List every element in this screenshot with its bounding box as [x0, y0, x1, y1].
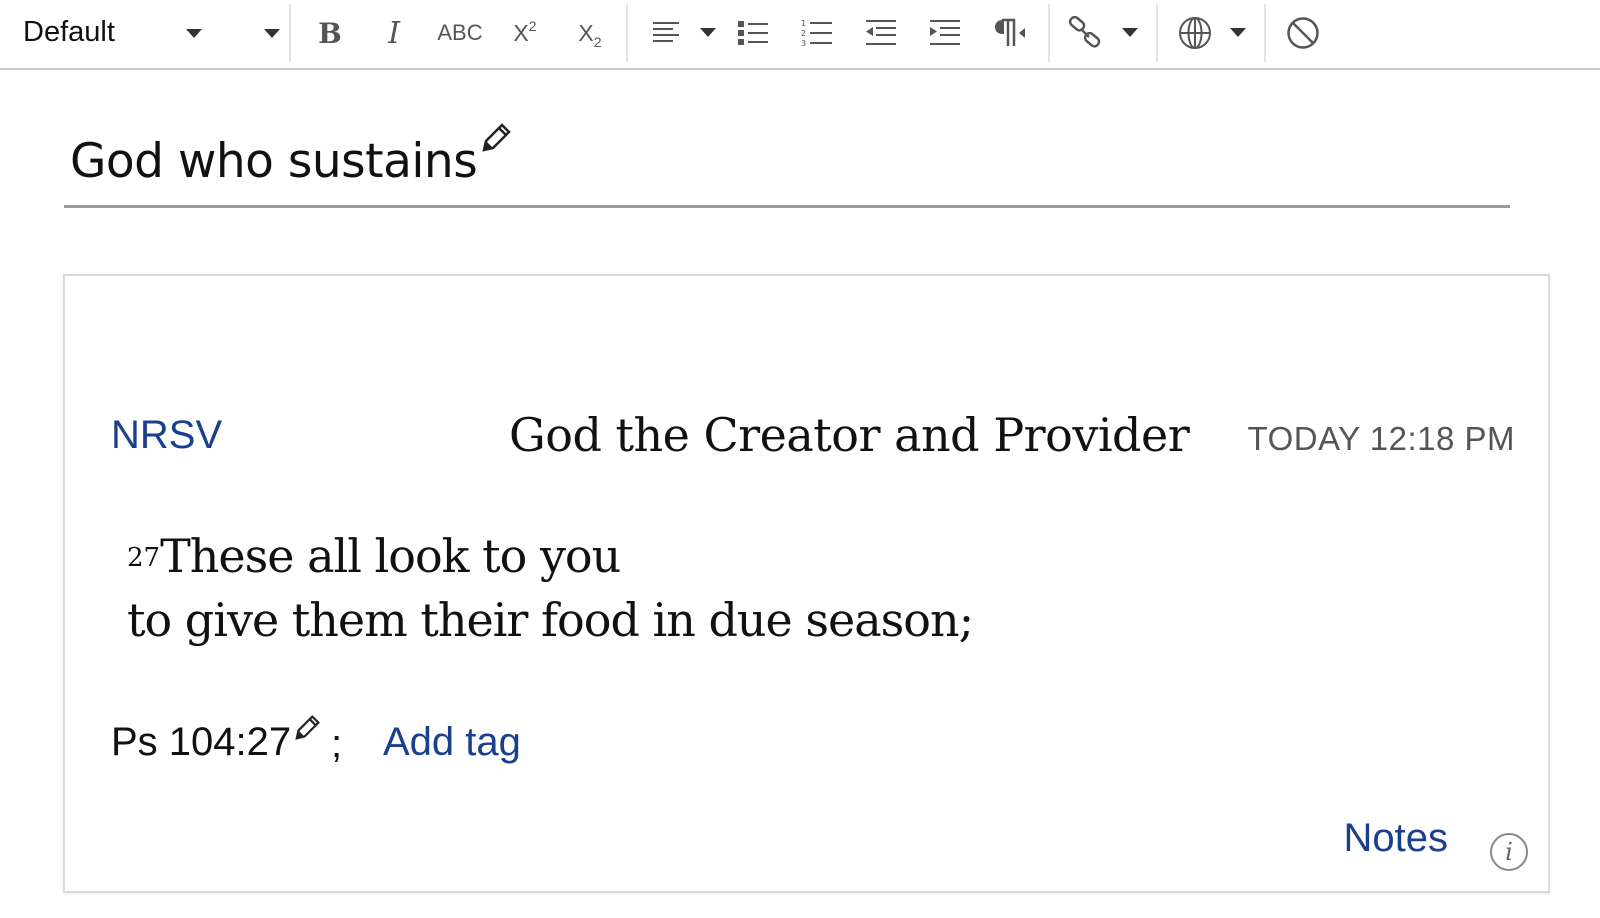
superscript-icon: X2 [513, 17, 537, 46]
font-size-chevron-icon[interactable] [264, 29, 280, 38]
outdent-icon [866, 20, 896, 45]
pencil-icon[interactable] [295, 714, 321, 740]
paragraph-direction-button[interactable] [990, 8, 1030, 58]
toolbar-divider [289, 4, 291, 62]
note-title[interactable]: God who sustains [70, 134, 478, 189]
italic-icon: I [388, 15, 400, 51]
pencil-icon[interactable] [482, 122, 512, 152]
clear-formatting-button[interactable] [1283, 8, 1323, 58]
bible-version-link[interactable]: NRSV [111, 413, 222, 458]
scripture-reference[interactable]: Ps 104:27 [111, 720, 291, 765]
numbered-list-button[interactable]: 123 [798, 8, 836, 58]
align-button[interactable] [648, 8, 684, 58]
bold-icon: B [318, 16, 342, 50]
verse-line: 27These all look to you [127, 524, 973, 588]
paragraph-direction-icon [995, 18, 1025, 46]
info-symbol: i [1505, 838, 1513, 866]
clear-formatting-icon [1287, 17, 1319, 49]
formatting-toolbar: Default B I ABC X2 X2 1 2 3 [0, 0, 1600, 70]
toolbar-divider [1264, 4, 1266, 62]
verse-line-text: to give them their food in due season; [127, 593, 974, 647]
svg-text:1: 1 [801, 19, 806, 28]
outdent-button[interactable] [862, 8, 900, 58]
svg-text:2: 2 [801, 29, 806, 38]
verse-number: 27 [127, 543, 161, 573]
align-chevron-icon[interactable] [700, 28, 716, 37]
add-tag-link[interactable]: Add tag [383, 720, 521, 765]
link-chevron-icon[interactable] [1122, 28, 1138, 37]
italic-button[interactable]: I [374, 8, 414, 58]
superscript-button[interactable]: X2 [505, 8, 545, 58]
bulleted-list-button[interactable] [734, 8, 772, 58]
passage-heading: God the Creator and Provider [509, 408, 1190, 462]
info-icon[interactable]: i [1490, 833, 1528, 871]
indent-icon [930, 20, 960, 45]
notes-link[interactable]: Notes [1344, 816, 1449, 861]
bold-button[interactable]: B [310, 8, 350, 58]
numbered-list-icon: 123 [801, 19, 832, 48]
svg-text:3: 3 [801, 39, 806, 48]
verse-text: 27These all look to you to give them the… [127, 524, 974, 652]
verse-line: to give them their food in due season; [127, 588, 974, 652]
language-chevron-icon[interactable] [1230, 28, 1246, 37]
verse-line-text: These all look to you [160, 529, 621, 583]
note-title-field[interactable]: God who sustains [64, 110, 1510, 208]
link-button[interactable] [1066, 8, 1106, 58]
strikethrough-button[interactable]: ABC [434, 8, 486, 58]
passage-card: NRSV God the Creator and Provider TODAY … [63, 274, 1550, 893]
timestamp: TODAY 12:18 PM [1247, 420, 1515, 457]
indent-button[interactable] [926, 8, 964, 58]
subscript-button[interactable]: X2 [570, 8, 610, 58]
paragraph-style-select[interactable]: Default [0, 0, 290, 68]
bulleted-list-icon [738, 21, 768, 45]
strikethrough-icon: ABC [437, 20, 483, 45]
globe-icon [1179, 17, 1211, 49]
subscript-icon: X2 [578, 19, 602, 50]
toolbar-divider [626, 4, 628, 62]
align-left-icon [653, 22, 679, 42]
chevron-down-icon[interactable] [186, 29, 202, 38]
link-icon [1068, 15, 1101, 48]
language-button[interactable] [1175, 8, 1215, 58]
toolbar-divider [1048, 4, 1050, 62]
paragraph-style-value: Default [23, 16, 115, 48]
toolbar-divider [1156, 4, 1158, 62]
reference-separator: ; [331, 722, 343, 766]
